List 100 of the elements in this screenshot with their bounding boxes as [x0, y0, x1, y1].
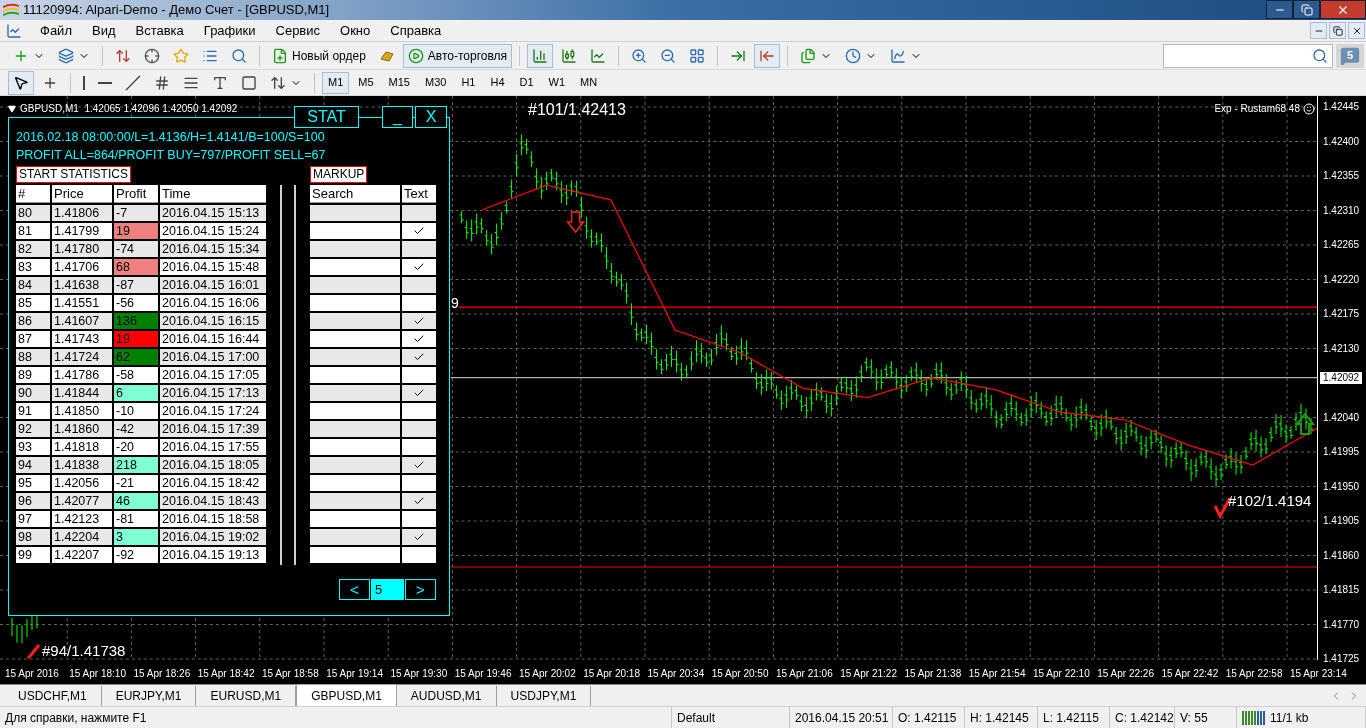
table-cell: 2016.04.15 17:24	[160, 403, 266, 419]
search-icon	[1312, 47, 1328, 64]
minimize-button[interactable]: _	[382, 106, 413, 128]
close-button[interactable]	[1320, 0, 1366, 19]
time-label: 15 Apr 21:38	[904, 668, 962, 679]
magnifier-icon	[231, 47, 247, 64]
time-label: 15 Apr 19:30	[390, 668, 448, 679]
menu-item[interactable]: Вид	[81, 20, 126, 41]
menu-item[interactable]: Вставка	[125, 20, 194, 41]
maximize-button[interactable]	[1293, 0, 1320, 19]
table-cell: -10	[114, 403, 158, 419]
table-cell: 1.42207	[52, 547, 112, 563]
line-chart-icon	[590, 47, 607, 64]
time-label: 15 Apr 20:50	[711, 668, 769, 679]
check-icon	[413, 351, 425, 363]
timeframe-button[interactable]: D1	[513, 71, 540, 94]
timeframe-button[interactable]: H4	[484, 71, 511, 94]
next-page-button[interactable]: >	[405, 579, 436, 600]
time-label: 15 Apr 18:26	[133, 668, 191, 679]
table-cell: 1.41806	[52, 205, 112, 221]
status-text: V: 55	[1180, 709, 1208, 727]
time-label: 15 Apr 2016	[5, 668, 59, 679]
table-cell: 97	[16, 511, 50, 527]
chart-label: #94/1.41738	[42, 642, 126, 659]
table-cell: 2016.04.15 16:01	[160, 277, 266, 293]
check-icon	[413, 333, 425, 345]
table-cell: 2016.04.15 16:06	[160, 295, 266, 311]
toolbar-button[interactable]	[8, 70, 34, 95]
price-label: 1.42310	[1322, 204, 1361, 217]
timeframe-button[interactable]: MN	[574, 71, 604, 94]
time-label: 15 Apr 21:06	[776, 668, 833, 679]
time-label: 15 Apr 20:34	[647, 668, 705, 679]
table-cell: 2016.04.15 16:44	[160, 331, 266, 347]
table-cell: 2016.04.15 18:43	[160, 493, 266, 509]
table-cell: 2016.04.15 19:13	[160, 547, 266, 563]
table-cell: 19	[114, 223, 158, 239]
table-cell: 136	[114, 313, 158, 329]
menu-item[interactable]: Файл	[30, 20, 82, 41]
table-cell: -58	[114, 367, 158, 383]
table-cell: 2016.04.15 15:48	[160, 259, 266, 275]
table-cell: 99	[16, 547, 50, 563]
chart-tab[interactable]: GBPUSD,M1	[296, 684, 397, 706]
price-label: 1.42130	[1322, 342, 1361, 355]
table-cell: 93	[16, 439, 50, 455]
column-header: #	[16, 185, 50, 203]
price-label: 1.42400	[1322, 135, 1361, 148]
toolbar-button[interactable]: Авто-торговля	[402, 43, 513, 68]
time-label: 15 Apr 21:54	[968, 668, 1026, 679]
status-text: 2016.04.15 20:51	[795, 709, 889, 727]
table-cell: 218	[114, 457, 158, 473]
time-label: 15 Apr 22:58	[1225, 668, 1283, 679]
menu-item[interactable]: Графики	[193, 20, 266, 41]
check-icon	[413, 495, 425, 507]
price-label: 1.41950	[1322, 480, 1361, 493]
timeframe-button[interactable]: M5	[352, 71, 380, 94]
file-plus-icon	[272, 47, 288, 64]
table-cell: 2016.04.15 17:05	[160, 367, 266, 383]
menu-item[interactable]: Справка	[380, 20, 452, 41]
timeframe-button[interactable]: M15	[382, 71, 416, 94]
time-label: 15 Apr 18:10	[69, 668, 126, 679]
close-button[interactable]: X	[415, 106, 447, 128]
up-down-arrows-icon	[115, 47, 131, 64]
table-cell: 62	[114, 349, 158, 365]
price-label: 1.41815	[1322, 584, 1361, 596]
menu-item[interactable]: Окно	[330, 20, 381, 41]
column-header: Text	[402, 185, 436, 203]
minimize-button[interactable]	[1266, 0, 1293, 19]
check-icon	[413, 531, 425, 543]
toolbar-button[interactable]: Новый ордер	[267, 43, 371, 68]
search-field[interactable]	[1163, 43, 1333, 68]
timeframe-button[interactable]: W1	[542, 71, 572, 94]
time-label: 15 Apr 19:46	[454, 668, 512, 679]
timeframe-button[interactable]: M30	[418, 71, 453, 94]
table-cell: 2016.04.15 19:02	[160, 529, 266, 545]
time-label: 15 Apr 18:42	[197, 668, 255, 679]
close-button[interactable]	[1348, 22, 1365, 39]
table-cell: 88	[16, 349, 50, 365]
status-text: C: 1.42142	[1115, 709, 1174, 727]
timeframe-button[interactable]: H1	[455, 71, 482, 94]
check-mark-icon	[26, 644, 41, 660]
page-field[interactable]: 5	[371, 579, 404, 600]
restore-icon	[1300, 3, 1313, 16]
timeframe-button[interactable]: M1	[322, 71, 350, 94]
table-cell: -56	[114, 295, 158, 311]
table-cell: 1.42077	[52, 493, 112, 509]
chart-label: #102/1.4194	[1228, 492, 1312, 510]
table-cell: 81	[16, 223, 50, 239]
app-logo-icon	[3, 3, 19, 17]
time-label: 15 Apr 22:10	[1033, 668, 1090, 679]
prev-page-button[interactable]: <	[339, 579, 370, 600]
price-label: 1.41995	[1322, 446, 1361, 458]
caret-icon[interactable]	[8, 104, 16, 113]
table-cell: 2016.04.15 17:13	[160, 385, 266, 401]
table-cell: 2016.04.15 18:05	[160, 457, 266, 473]
chart-label: 9	[451, 295, 459, 311]
restore-button[interactable]	[1329, 22, 1346, 39]
time-label: 15 Apr 19:14	[326, 668, 383, 679]
menu-item[interactable]: Сервис	[265, 20, 331, 41]
table-cell: 2016.04.15 17:00	[160, 349, 266, 365]
price-label: 1.42445	[1322, 101, 1361, 113]
